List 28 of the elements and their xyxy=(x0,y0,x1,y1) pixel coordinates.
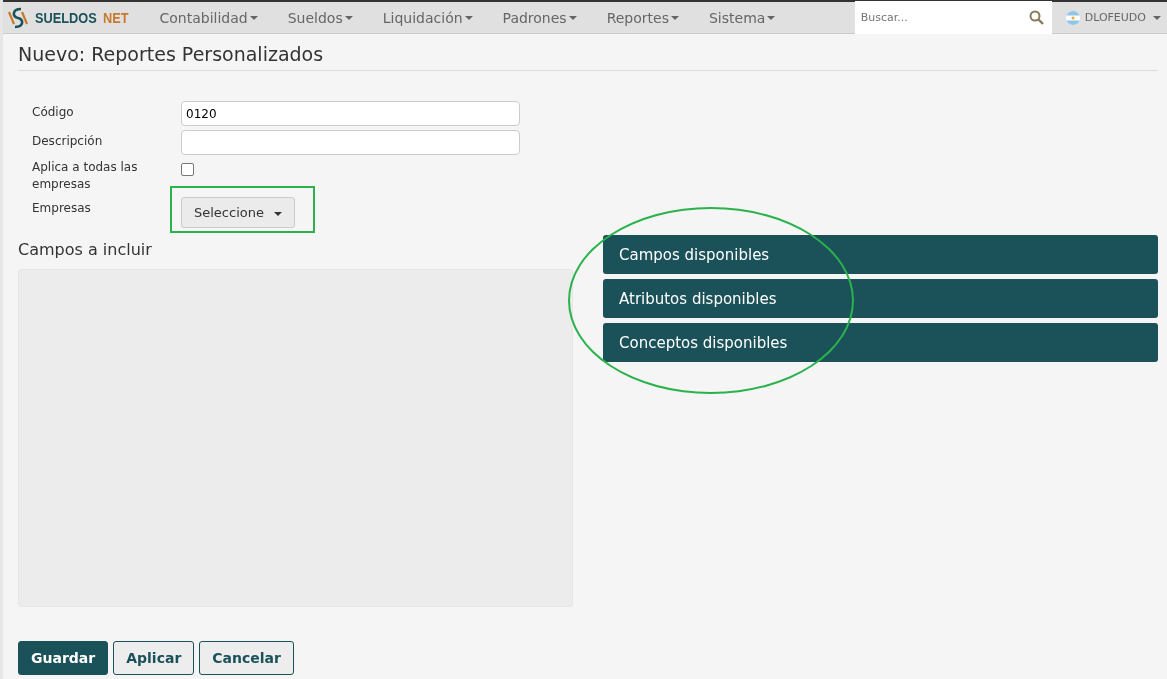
menu-item[interactable]: Padrones xyxy=(487,9,592,26)
field-label: Empresas xyxy=(32,200,92,215)
select-dropdown[interactable]: Seleccione xyxy=(181,197,295,228)
search-icon[interactable] xyxy=(1028,10,1044,25)
panel-header[interactable]: Atributos disponibles xyxy=(603,279,1158,318)
panel-header[interactable]: Conceptos disponibles xyxy=(603,323,1158,362)
menu-item[interactable]: Contabilidad xyxy=(144,9,273,26)
logo-icon[interactable] xyxy=(6,5,30,30)
field-label: Aplica a todas las empresas xyxy=(32,159,139,193)
code-input[interactable]: 0120 xyxy=(181,101,520,126)
menu-item[interactable]: Sueldos xyxy=(272,9,368,26)
flag-icon xyxy=(1065,10,1080,25)
menu-item[interactable]: Reportes xyxy=(591,9,694,26)
search-field[interactable]: Buscar... xyxy=(854,1,1052,34)
action-button[interactable]: Cancelar xyxy=(199,641,294,675)
menu-item[interactable]: Sistema xyxy=(694,9,791,26)
checkbox[interactable] xyxy=(181,163,194,176)
field-label: Descripción xyxy=(32,133,104,148)
panel-header[interactable]: Campos disponibles xyxy=(603,235,1158,274)
action-button[interactable]: Guardar xyxy=(18,641,109,675)
page-title: Nuevo: Reportes Personalizados xyxy=(18,43,1158,71)
brand-name[interactable]: SUELDOS xyxy=(35,9,97,26)
user-menu[interactable]: DLOFEUDO xyxy=(1051,10,1167,25)
section-title: Campos a incluir xyxy=(18,240,153,259)
action-button[interactable]: Aplicar xyxy=(113,641,195,675)
description-input[interactable] xyxy=(181,130,520,155)
field-label: Código xyxy=(32,104,75,119)
menu-item[interactable]: Liquidación xyxy=(367,9,488,26)
